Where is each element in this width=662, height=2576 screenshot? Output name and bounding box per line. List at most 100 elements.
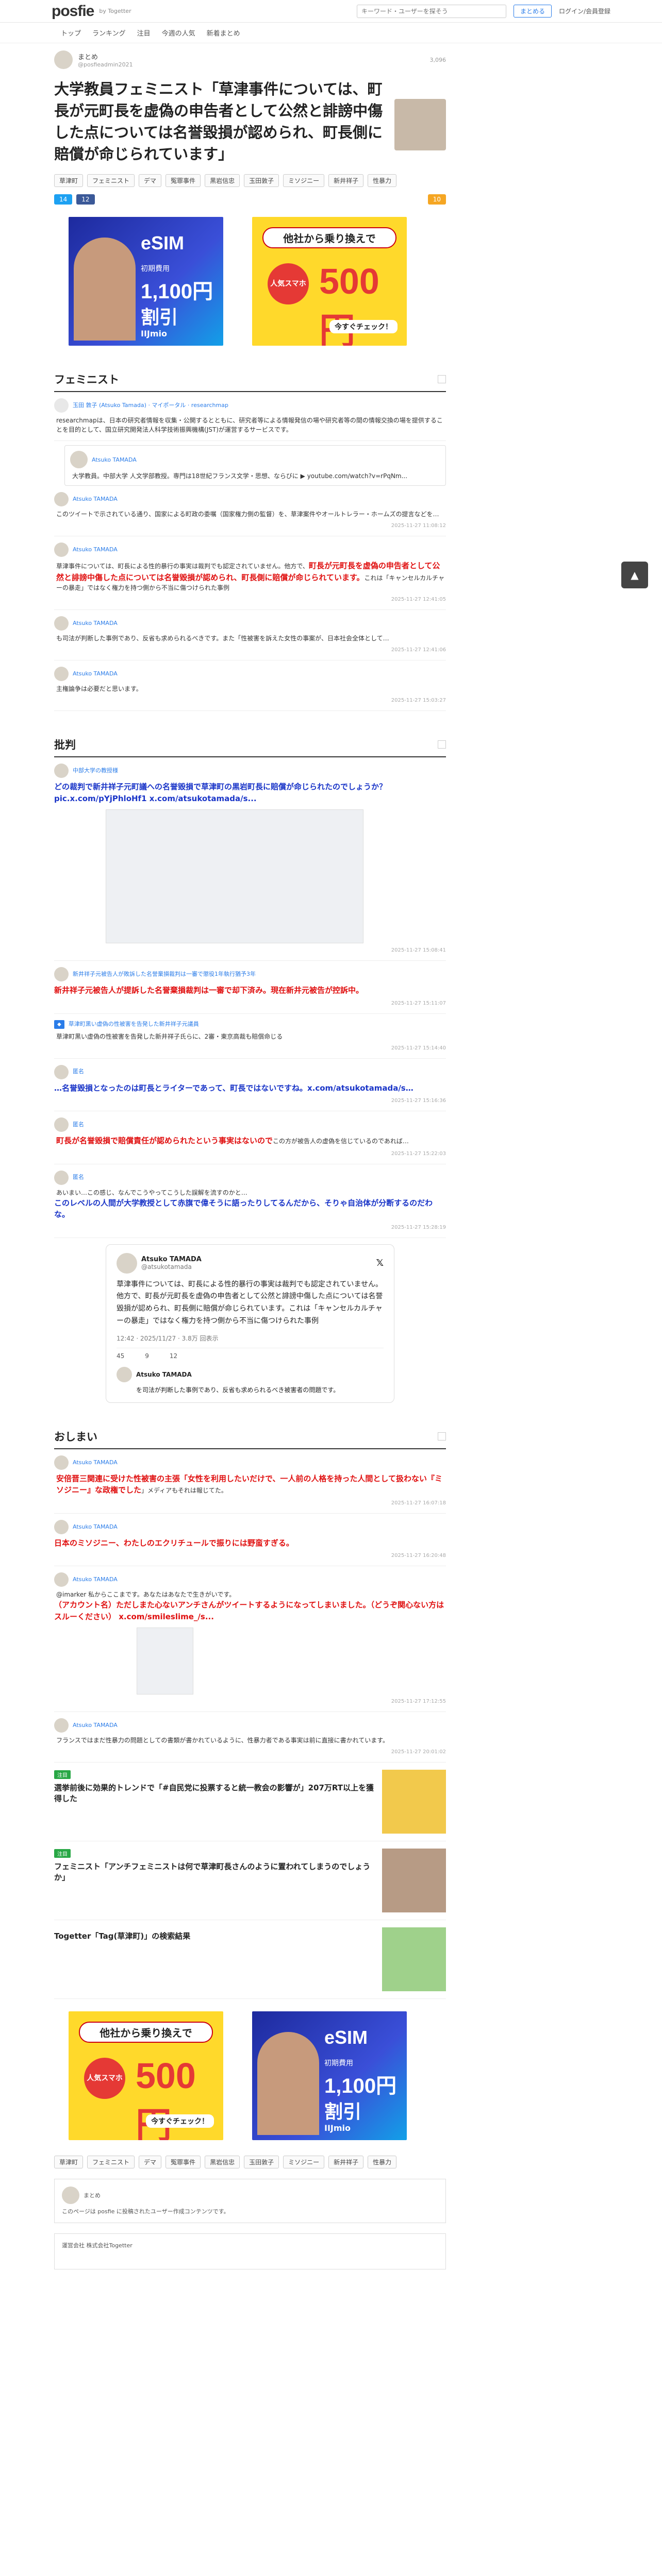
search-input[interactable] bbox=[356, 4, 506, 18]
related-title[interactable]: 選挙前後に効果的トレンドで「#自民党に投票すると統一教会の影響が」207万RT以… bbox=[54, 1782, 375, 1804]
avatar[interactable] bbox=[54, 1455, 69, 1470]
section-toggle-icon[interactable] bbox=[438, 375, 446, 384]
avatar[interactable] bbox=[54, 1064, 69, 1079]
post-image[interactable] bbox=[137, 1628, 193, 1695]
profile-card[interactable]: Atsuko TAMADA 大学教員。中部大学 人文学部教授。専門は18世紀フラ… bbox=[64, 445, 446, 486]
post-author[interactable]: 新井祥子元被告人が敗訴した名誉棄損裁判は一審で懲役1年執行猶予3年 bbox=[73, 970, 256, 979]
tag[interactable]: デマ bbox=[139, 174, 162, 188]
post-body[interactable]: 草津町黒い虚偽の性被害を告発した新井祥子氏らに、2審・東京高裁も賠償命じる bbox=[54, 1032, 446, 1041]
embedded-tweet[interactable]: Atsuko TAMADA @atsukotamada 𝕏 草津事件については、… bbox=[106, 1244, 394, 1403]
related-item[interactable]: Togetter「Tag(草津町)」の検索結果 bbox=[54, 1920, 446, 1999]
footer-copyright[interactable]: 運営会社 株式会社Togetter bbox=[62, 2241, 438, 2249]
like-count[interactable]: 9 bbox=[145, 1352, 149, 1360]
tag[interactable]: 性暴力 bbox=[368, 174, 397, 188]
post-image[interactable] bbox=[106, 809, 363, 944]
tag[interactable]: 新井祥子 bbox=[328, 2156, 364, 2169]
avatar[interactable] bbox=[54, 967, 69, 982]
tag[interactable]: 新井祥子 bbox=[328, 174, 364, 188]
post-date: 2025-11-27 15:11:07 bbox=[391, 1000, 446, 1006]
ad-row-top: eSIM 初期費用 1,100円 割引 IIJmio 他社から乗り換えで 人気ス… bbox=[69, 217, 446, 346]
avatar[interactable] bbox=[54, 764, 69, 778]
tag[interactable]: 冤罪事件 bbox=[166, 2156, 201, 2169]
ad-esim-price: 1,100円 bbox=[324, 2075, 397, 2098]
post-author[interactable]: Atsuko TAMADA bbox=[73, 670, 118, 679]
author-avatar[interactable] bbox=[62, 2187, 79, 2205]
related-title[interactable]: Togetter「Tag(草津町)」の検索結果 bbox=[54, 1930, 375, 1941]
post-author[interactable]: 草津町黒い虚偽の性被害を告発した新井祥子元議員 bbox=[69, 1020, 199, 1029]
tag[interactable]: フェミニスト bbox=[87, 174, 135, 188]
page-title: 大学教員フェミニスト「草津事件については、町長が元町長を虚偽の申告者として公然と… bbox=[54, 80, 383, 163]
ad-yellow[interactable]: 他社から乗り換えで 人気スマホ 500円 今すぐチェック！ bbox=[69, 2011, 223, 2141]
tag[interactable]: 草津町 bbox=[54, 174, 84, 188]
tweet-name[interactable]: Atsuko TAMADA bbox=[141, 1256, 202, 1263]
post-author[interactable]: 匿名 bbox=[73, 1067, 84, 1076]
post-author[interactable]: Atsuko TAMADA bbox=[73, 619, 118, 628]
nav-top[interactable]: トップ bbox=[61, 28, 81, 38]
tag[interactable]: 冤罪事件 bbox=[166, 174, 201, 188]
tag[interactable]: 草津町 bbox=[54, 2156, 84, 2169]
tag[interactable]: ミソジニー bbox=[283, 2156, 325, 2169]
avatar[interactable] bbox=[54, 1170, 69, 1185]
ad-esim[interactable]: eSIM 初期費用 1,100円 割引 IIJmio bbox=[252, 2011, 407, 2141]
related-badge: 注目 bbox=[54, 1849, 71, 1858]
tag[interactable]: 黒岩信忠 bbox=[205, 174, 240, 188]
avatar[interactable] bbox=[54, 1519, 69, 1534]
tag[interactable]: ミソジニー bbox=[283, 174, 325, 188]
nav-ranking[interactable]: ランキング bbox=[92, 28, 126, 38]
ad-esim[interactable]: eSIM 初期費用 1,100円 割引 IIJmio bbox=[69, 217, 223, 346]
retweet-count[interactable]: 45 bbox=[117, 1352, 124, 1360]
title-thumbnail bbox=[394, 99, 446, 150]
tag[interactable]: フェミニスト bbox=[87, 2156, 135, 2169]
post-author[interactable]: Atsuko TAMADA bbox=[73, 546, 118, 554]
post-author[interactable]: 玉田 敦子 (Atsuko Tamada) · マイポータル · researc… bbox=[73, 401, 228, 410]
avatar[interactable] bbox=[54, 1718, 69, 1733]
scroll-top-button[interactable]: ▲ bbox=[621, 562, 648, 588]
tweet-handle[interactable]: @atsukotamada bbox=[141, 1263, 202, 1270]
post-author[interactable]: Atsuko TAMADA bbox=[73, 495, 118, 504]
post-author[interactable]: Atsuko TAMADA bbox=[92, 456, 137, 463]
post-author[interactable]: Atsuko TAMADA bbox=[73, 1523, 118, 1532]
avatar[interactable] bbox=[54, 492, 69, 507]
login-link[interactable]: ログイン/会員登録 bbox=[559, 7, 610, 15]
share-p-button[interactable]: 12 bbox=[76, 194, 95, 205]
author-avatar[interactable] bbox=[54, 50, 73, 69]
nav-weekly[interactable]: 今週の人気 bbox=[162, 28, 195, 38]
avatar[interactable] bbox=[54, 543, 69, 557]
post-author[interactable]: 匿名 bbox=[73, 1121, 84, 1129]
avatar[interactable] bbox=[54, 667, 69, 682]
tag[interactable]: 玉田敦子 bbox=[244, 174, 279, 188]
tag[interactable]: デマ bbox=[139, 2156, 162, 2169]
tag[interactable]: 黒岩信忠 bbox=[205, 2156, 240, 2169]
avatar[interactable] bbox=[54, 616, 69, 631]
avatar[interactable] bbox=[54, 1117, 69, 1132]
tag[interactable]: 玉田敦子 bbox=[244, 2156, 279, 2169]
reply-count[interactable]: 12 bbox=[170, 1352, 177, 1360]
avatar[interactable] bbox=[70, 451, 88, 469]
reply-avatar[interactable] bbox=[117, 1366, 132, 1382]
post-author[interactable]: Atsuko TAMADA bbox=[73, 1459, 118, 1467]
section-toggle-icon[interactable] bbox=[438, 1432, 446, 1440]
nav-new[interactable]: 新着まとめ bbox=[207, 28, 240, 38]
related-item[interactable]: 注目 選挙前後に効果的トレンドで「#自民党に投票すると統一教会の影響が」207万… bbox=[54, 1762, 446, 1842]
tweet-avatar[interactable] bbox=[117, 1252, 137, 1274]
section-toggle-icon[interactable] bbox=[438, 740, 446, 749]
post-author[interactable]: Atsuko TAMADA bbox=[73, 1575, 118, 1584]
site-logo[interactable]: posfie bbox=[52, 3, 94, 20]
related-title[interactable]: フェミニスト「アンチフェミニストは何で草津町長さんのように置われてしまうのでしょ… bbox=[54, 1861, 375, 1883]
share-b-button[interactable]: 14 bbox=[54, 194, 73, 205]
like-button[interactable]: 10 bbox=[427, 194, 446, 205]
post-date: 2025-11-27 12:41:06 bbox=[391, 647, 446, 653]
avatar[interactable] bbox=[54, 1572, 69, 1587]
author-name[interactable]: まとめ bbox=[78, 52, 133, 61]
tag[interactable]: 性暴力 bbox=[368, 2156, 397, 2169]
x-logo-icon[interactable]: 𝕏 bbox=[376, 1258, 384, 1268]
post-button[interactable]: まとめる bbox=[513, 5, 552, 18]
reply-name[interactable]: Atsuko TAMADA bbox=[136, 1371, 192, 1378]
related-item[interactable]: 注目 フェミニスト「アンチフェミニストは何で草津町長さんのように置われてしまうの… bbox=[54, 1841, 446, 1921]
post-author[interactable]: Atsuko TAMADA bbox=[73, 1721, 118, 1730]
ad-yellow[interactable]: 他社から乗り換えで 人気スマホ 500円 今すぐチェック！ bbox=[252, 217, 407, 346]
footer-author[interactable]: まとめ bbox=[84, 2191, 101, 2199]
post-author[interactable]: 匿名 bbox=[73, 1173, 84, 1182]
post-author[interactable]: 中部大学の教授様 bbox=[73, 767, 118, 775]
nav-attention[interactable]: 注目 bbox=[137, 28, 151, 38]
